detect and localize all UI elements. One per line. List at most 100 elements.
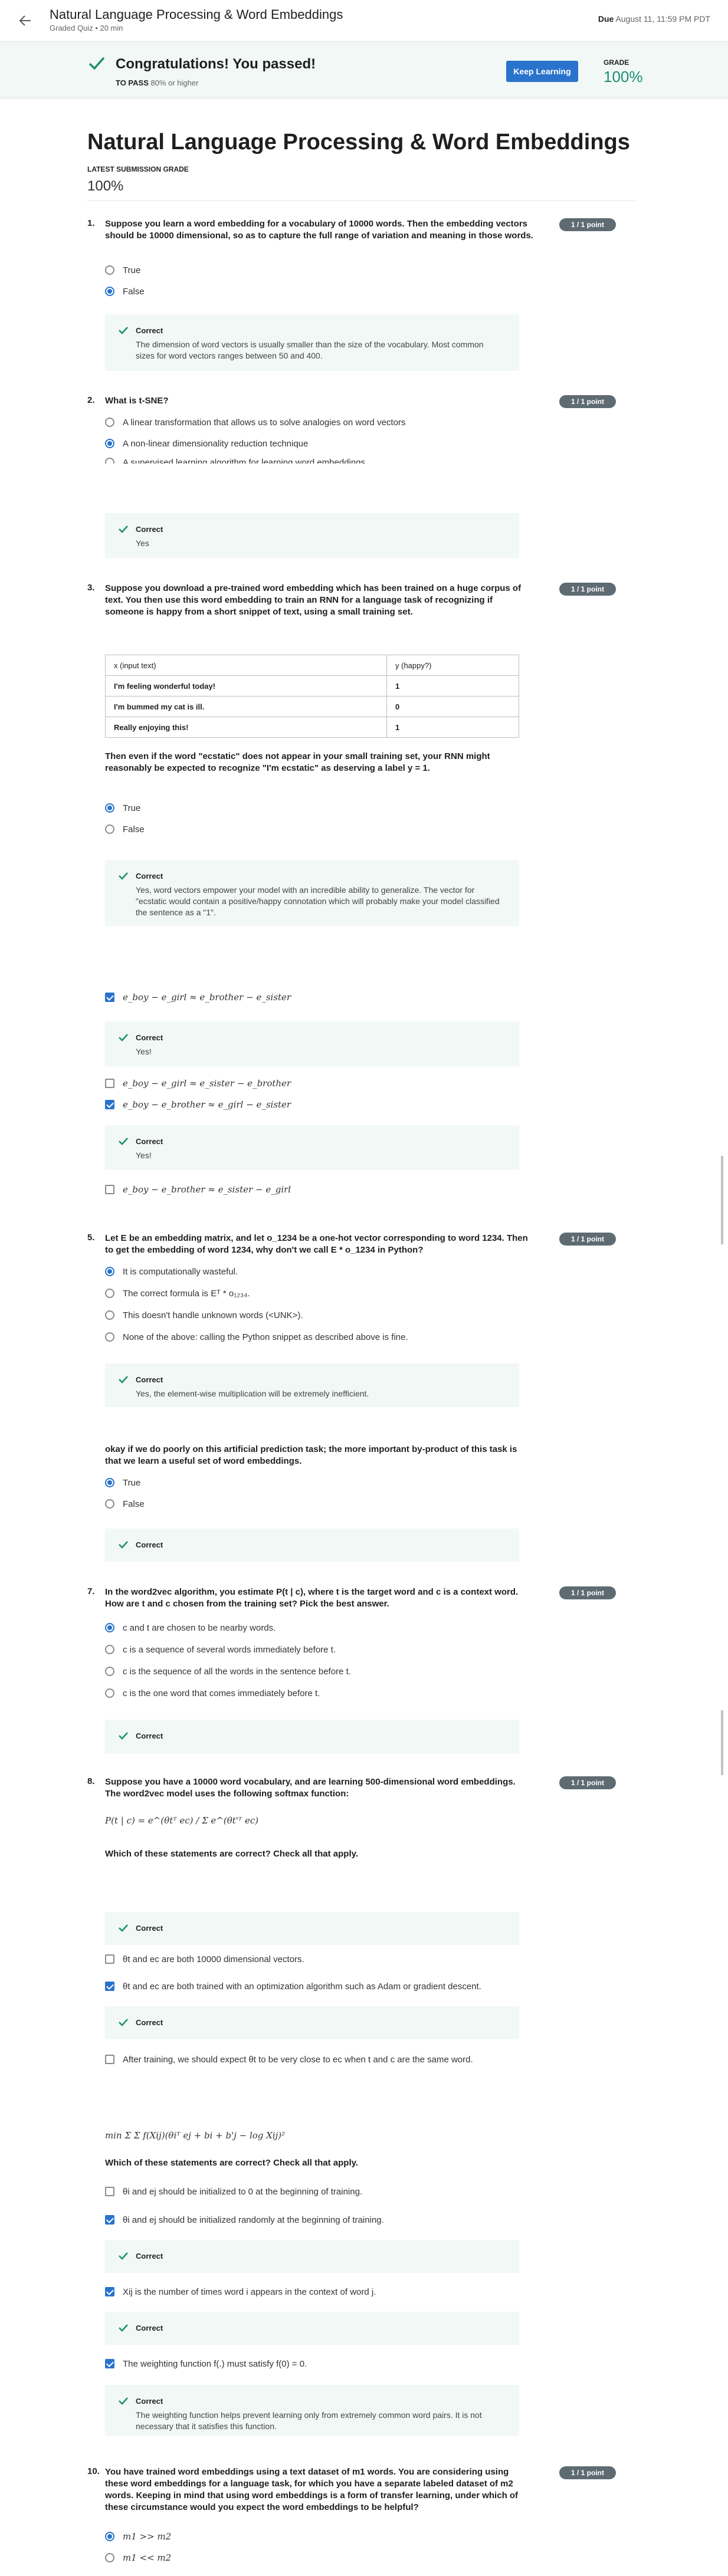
radio-button[interactable]: [105, 458, 114, 464]
option-true[interactable]: True: [105, 264, 140, 277]
option-label: The weighting function f(.) must satisfy…: [123, 2359, 307, 2369]
option[interactable]: e_boy − e_girl ≈ e_sister − e_brother: [105, 1077, 291, 1090]
checkbox[interactable]: [105, 2187, 114, 2197]
question-number: 8.: [87, 1776, 95, 1786]
option-selected[interactable]: The weighting function f(.) must satisfy…: [105, 2358, 307, 2371]
option-true[interactable]: True: [105, 802, 140, 815]
option-selected[interactable]: e_boy − e_brother ≈ e_girl − e_sister: [105, 1098, 291, 1111]
radio-button-selected[interactable]: [105, 1267, 114, 1277]
option[interactable]: The correct formula is Eᵀ * o₁₂₃₄.: [105, 1287, 250, 1300]
option[interactable]: This doesn't handle unknown words (<UNK>…: [105, 1309, 303, 1322]
checkbox-checked[interactable]: [105, 993, 114, 1003]
table-cell: I'm bummed my cat is ill.: [105, 696, 387, 717]
checkbox[interactable]: [105, 1185, 114, 1195]
feedback-title: Correct: [136, 326, 163, 335]
option-false[interactable]: False: [105, 285, 145, 298]
feedback-correct: Correct: [105, 1912, 519, 1945]
option-selected[interactable]: A non-linear dimensionality reduction te…: [105, 438, 308, 451]
feedback-title: Correct: [136, 525, 163, 534]
question-number: 2.: [87, 395, 95, 405]
radio-button[interactable]: [105, 2553, 114, 2563]
check-icon: [88, 57, 105, 70]
radio-button[interactable]: [105, 1332, 114, 1342]
option-true[interactable]: True: [105, 1477, 140, 1490]
option[interactable]: c is the one word that comes immediately…: [105, 1687, 320, 1700]
radio-button[interactable]: [105, 1688, 114, 1698]
option-selected[interactable]: e_boy − e_girl ≈ e_brother − e_sister: [105, 991, 291, 1004]
radio-button[interactable]: [105, 418, 114, 428]
option-label: It is computationally wasteful.: [123, 1267, 238, 1277]
table-cell: I'm feeling wonderful today!: [105, 675, 387, 696]
radio-button[interactable]: [105, 824, 114, 834]
check-icon: [119, 525, 128, 533]
checkbox-checked[interactable]: [105, 2215, 114, 2225]
checkbox[interactable]: [105, 1954, 114, 1964]
check-icon: [119, 1138, 128, 1145]
radio-button-selected[interactable]: [105, 803, 114, 813]
question-9: min Σ Σ f(Xij)(θiᵀ ej + bi + b'j − log X…: [87, 2129, 642, 2436]
radio-button[interactable]: [105, 1499, 114, 1509]
checkbox-checked[interactable]: [105, 1100, 114, 1110]
back-arrow-icon[interactable]: [17, 12, 34, 29]
radio-button[interactable]: [105, 1289, 114, 1299]
option[interactable]: θt and ec are both 10000 dimensional vec…: [105, 1953, 304, 1966]
option[interactable]: c is the sequence of all the words in th…: [105, 1665, 351, 1678]
checkbox[interactable]: [105, 2055, 114, 2065]
option-selected[interactable]: θi and ej should be initialized randomly…: [105, 2214, 384, 2227]
option-selected[interactable]: Xij is the number of times word i appear…: [105, 2286, 376, 2299]
radio-button-selected[interactable]: [105, 439, 114, 449]
option-selected[interactable]: θt and ec are both trained with an optim…: [105, 1980, 481, 1993]
option-label: This doesn't handle unknown words (<UNK>…: [123, 1310, 303, 1320]
feedback-text: Yes, the element-wise multiplication wil…: [136, 1389, 369, 1398]
checkbox-checked[interactable]: [105, 2359, 114, 2369]
option-selected[interactable]: c and t are chosen to be nearby words.: [105, 1622, 276, 1635]
radio-button-selected[interactable]: [105, 1478, 114, 1488]
feedback-correct: Correct Yes!: [105, 1125, 519, 1170]
checkbox[interactable]: [105, 1079, 114, 1089]
option-label: θi and ej should be initialized randomly…: [123, 2215, 384, 2225]
option-label: θi and ej should be initialized to 0 at …: [123, 2187, 363, 2197]
pass-banner: Congratulations! You passed! TO PASS 80%…: [0, 42, 728, 98]
page-title: Natural Language Processing & Word Embed…: [87, 130, 630, 155]
radio-button[interactable]: [105, 1310, 114, 1320]
option[interactable]: c is a sequence of several words immedia…: [105, 1644, 336, 1657]
option[interactable]: m1 << m2: [105, 2551, 171, 2564]
radio-button[interactable]: [105, 1667, 114, 1677]
feedback-title: Correct: [136, 1375, 163, 1384]
option-false[interactable]: False: [105, 1498, 145, 1511]
quiz-title: Natural Language Processing & Word Embed…: [50, 7, 343, 22]
option[interactable]: θi and ej should be initialized to 0 at …: [105, 2186, 362, 2199]
option[interactable]: After training, we should expect θt to b…: [105, 2053, 473, 2066]
question-1: 1. Suppose you learn a word embedding fo…: [87, 218, 642, 377]
checkbox-checked[interactable]: [105, 2287, 114, 2297]
grade-box: GRADE 100%: [604, 58, 643, 86]
keep-learning-button[interactable]: Keep Learning: [506, 61, 578, 82]
option-label: True: [123, 265, 141, 275]
option[interactable]: None of the above: calling the Python sn…: [105, 1331, 408, 1344]
option-selected[interactable]: m1 >> m2: [105, 2530, 171, 2543]
option-label: e_boy − e_brother ≈ e_girl − e_sister: [123, 1099, 291, 1110]
table-cell: Really enjoying this!: [105, 717, 387, 738]
radio-button[interactable]: [105, 265, 114, 275]
radio-button-selected[interactable]: [105, 287, 114, 297]
radio-button-selected[interactable]: [105, 2532, 114, 2542]
feedback-text: The dimension of word vectors is usually…: [136, 340, 484, 360]
option-selected[interactable]: It is computationally wasteful.: [105, 1266, 238, 1279]
feedback-correct: Correct Yes, word vectors empower your m…: [105, 860, 519, 926]
option-false[interactable]: False: [105, 823, 145, 836]
check-icon: [119, 1376, 128, 1384]
radio-button[interactable]: [105, 1645, 114, 1655]
question-number: 7.: [87, 1586, 95, 1596]
option-label: None of the above: calling the Python sn…: [123, 1332, 408, 1342]
checkbox-checked[interactable]: [105, 1982, 114, 1992]
scrollbar-thumb[interactable]: [721, 1710, 723, 1775]
radio-button-selected[interactable]: [105, 1623, 114, 1633]
option[interactable]: A linear transformation that allows us t…: [105, 416, 405, 429]
option[interactable]: e_boy − e_brother ≈ e_sister − e_girl: [105, 1183, 291, 1196]
feedback-text: Yes: [136, 538, 149, 548]
scrollbar-thumb[interactable]: [721, 1156, 723, 1244]
points-badge: 1 / 1 point: [559, 395, 616, 408]
option-partial[interactable]: A supervised learning algorithm for lear…: [105, 456, 365, 464]
points-badge: 1 / 1 point: [559, 583, 616, 596]
option-label: A non-linear dimensionality reduction te…: [123, 439, 309, 449]
